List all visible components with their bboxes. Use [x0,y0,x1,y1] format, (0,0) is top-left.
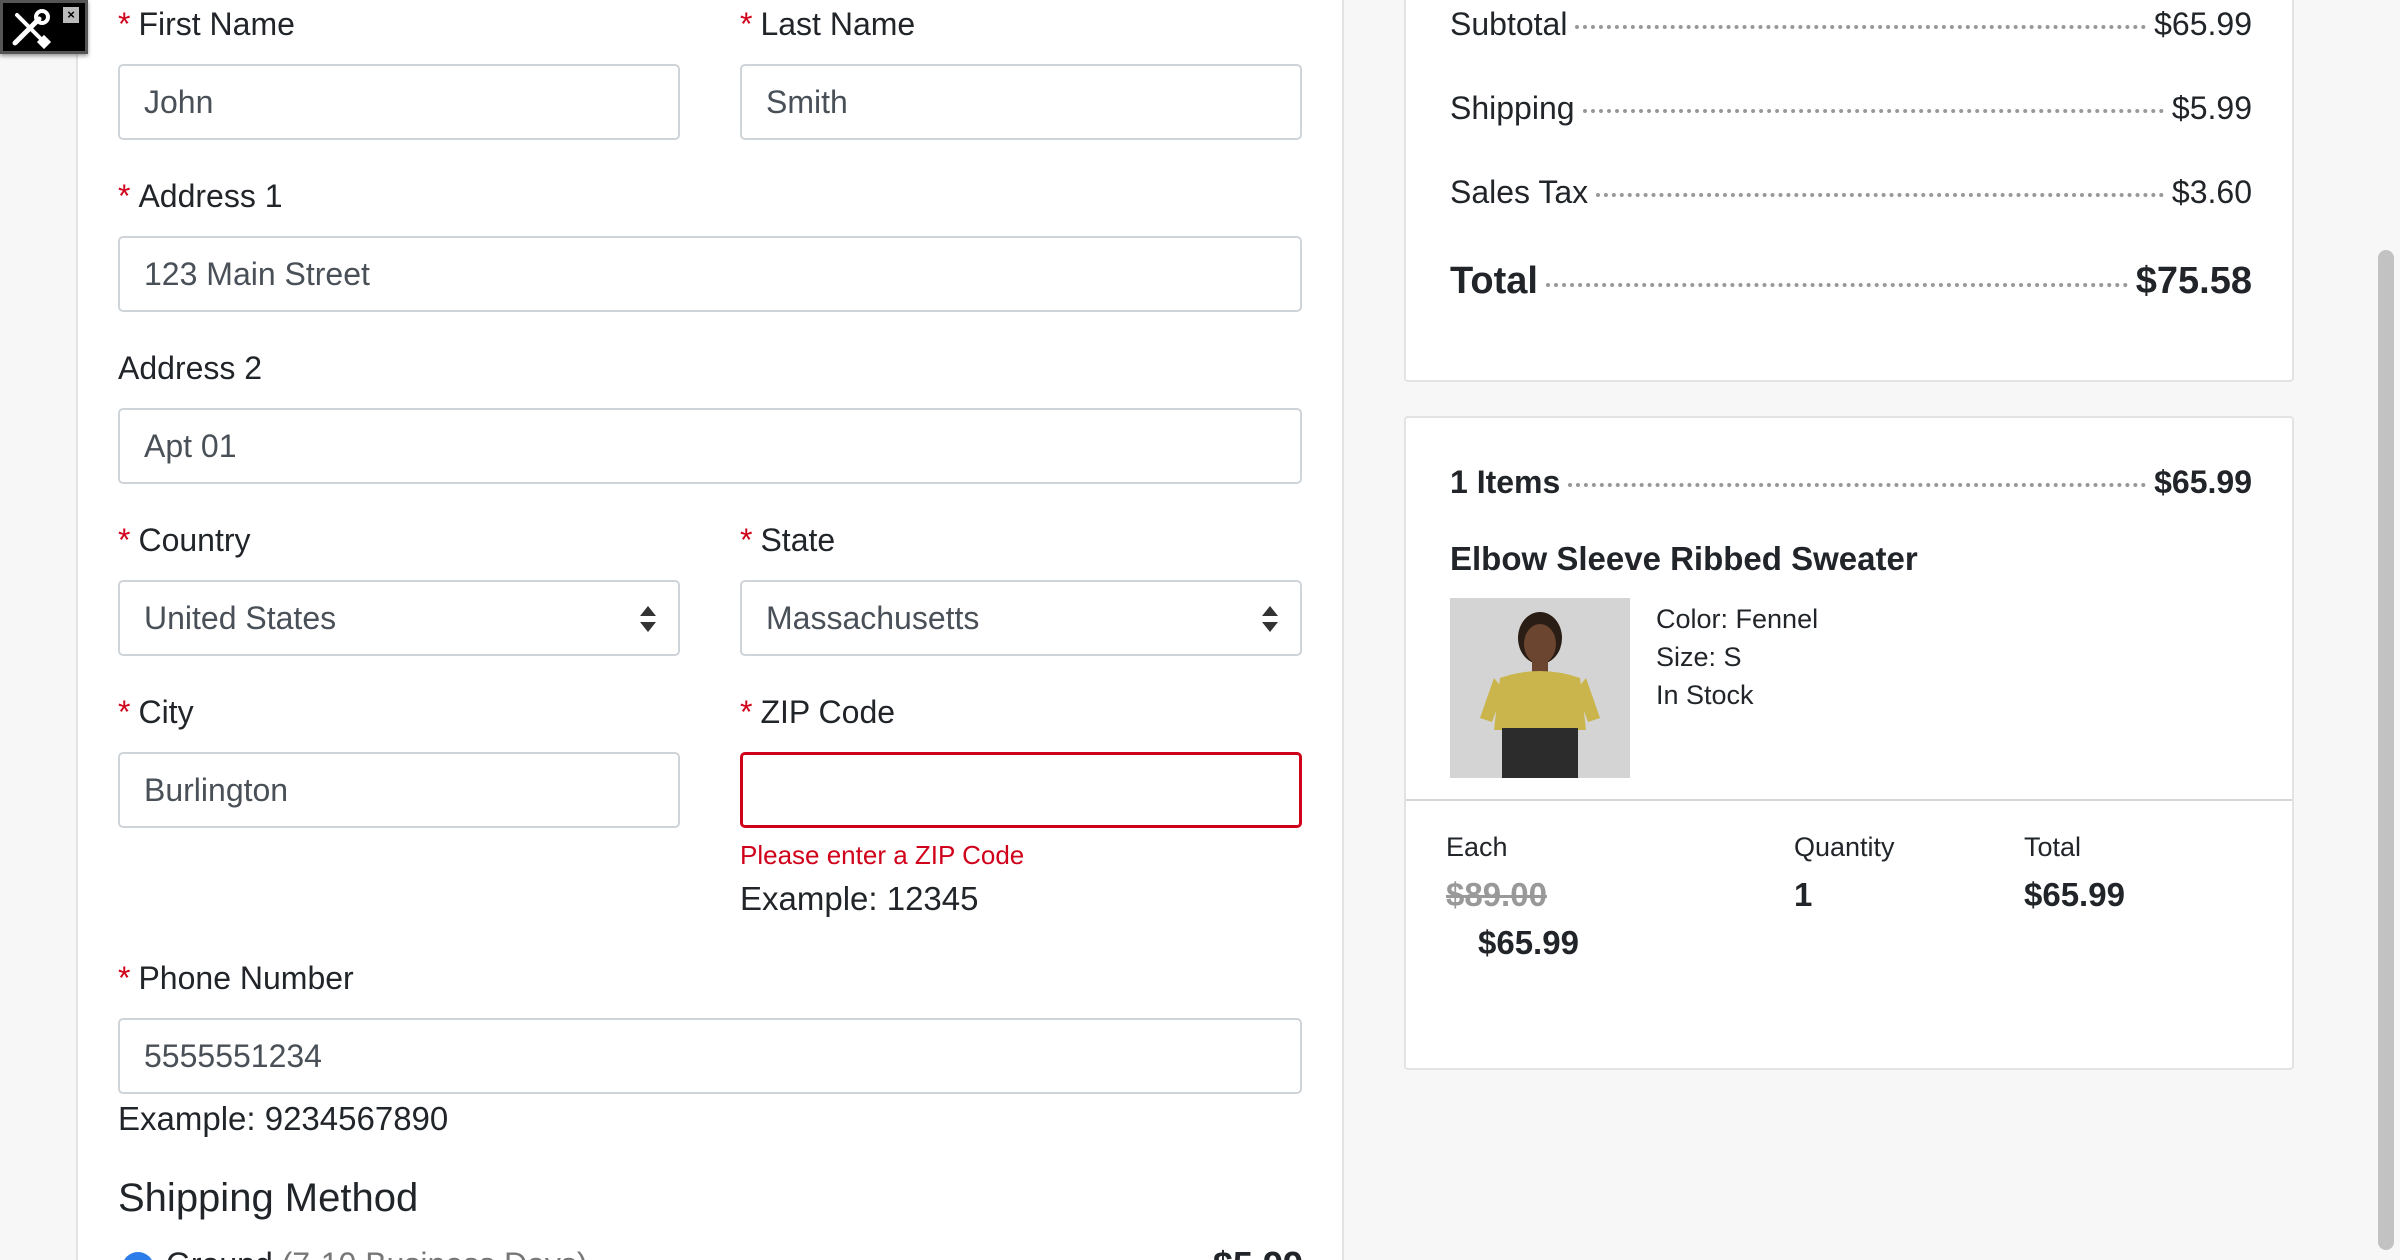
country-select[interactable]: United States [118,580,680,656]
shipping-option-label: Ground (7-10 Business Days) [166,1246,588,1260]
product-name[interactable]: Elbow Sleeve Ribbed Sweater [1450,540,1918,578]
radio-selected-icon[interactable] [122,1252,154,1260]
address2-label: Address 2 [118,350,263,386]
product-size: Size: S [1656,642,1742,672]
address2-input[interactable]: Apt 01 [118,408,1302,484]
shipping-option-price: $5.99 [1213,1244,1303,1260]
each-original-price: $89.00 [1446,876,1547,913]
city-input[interactable]: Burlington [118,752,680,828]
phone-hint: Example: 9234567890 [118,1100,449,1137]
product-color: Color: Fennel [1656,604,1819,634]
items-count-value: $65.99 [2154,464,2252,500]
select-arrows-icon [640,606,656,632]
sales-tax-row: Sales Tax $3.60 [1450,174,2252,214]
last-name-input[interactable]: Smith [740,64,1302,140]
select-arrows-icon [1262,606,1278,632]
subtotal-row: Subtotal $65.99 [1450,6,2252,46]
order-summary-card: Subtotal $65.99 Shipping $5.99 Sales Tax… [1404,0,2294,382]
line-total-value: $65.99 [2024,876,2125,913]
checkout-page: * First Name John * Last Name Smith * Addre… [0,0,2400,1260]
sales-tax-value: $3.60 [2171,174,2252,210]
shipping-option-ground[interactable]: Ground (7-10 Business Days) $5.99 [118,1240,1303,1260]
state-label: * State [740,522,836,558]
zip-hint: Example: 12345 [740,880,979,917]
card-divider [1406,799,2292,801]
shipping-method-title: Shipping Method [118,1176,419,1220]
quantity-value: 1 [1794,876,1813,913]
subtotal-value: $65.99 [2154,6,2252,42]
product-photo [1450,598,1630,778]
quantity-header: Quantity [1794,832,1895,862]
country-label: * Country [118,522,251,558]
wrench-screwdriver-icon [12,9,52,49]
zip-error-message: Please enter a ZIP Code [740,840,1025,870]
each-sale-price: $65.99 [1478,924,1579,961]
shipping-label: Shipping [1450,90,1575,126]
total-row: Total $75.58 [1450,260,2252,302]
last-name-label: * Last Name [740,6,916,42]
zip-input[interactable] [740,752,1302,828]
zip-label: * ZIP Code [740,694,896,730]
subtotal-label: Subtotal [1450,6,1568,42]
close-icon[interactable]: × [63,7,79,23]
state-select-value: Massachusetts [766,600,980,636]
address1-label: * Address 1 [118,178,283,214]
phone-input[interactable]: 5555551234 [118,1018,1302,1094]
page-scrollbar[interactable] [2370,0,2400,1260]
cart-items-card: 1 Items $65.99 Elbow Sleeve Ribbed Sweat… [1404,416,2294,1070]
items-count-row: 1 Items $65.99 [1450,464,2252,504]
product-image[interactable] [1450,598,1630,778]
first-name-label: * First Name [118,6,295,42]
city-label: * City [118,694,194,730]
phone-label: * Phone Number [118,960,354,996]
total-header: Total [2024,832,2082,862]
shipping-value: $5.99 [2171,90,2252,126]
address1-input[interactable]: 123 Main Street [118,236,1302,312]
total-label: Total [1450,260,1538,302]
each-header: Each [1446,832,1508,862]
total-value: $75.58 [2135,260,2252,302]
scrollbar-thumb[interactable] [2378,250,2394,1250]
sales-tax-label: Sales Tax [1450,174,1589,210]
items-count-label: 1 Items [1450,464,1561,500]
country-select-value: United States [144,600,337,636]
first-name-input[interactable]: John [118,64,680,140]
devtools-badge[interactable]: × [0,0,88,54]
shipping-row: Shipping $5.99 [1450,90,2252,130]
state-select[interactable]: Massachusetts [740,580,1302,656]
product-stock: In Stock [1656,680,1754,710]
